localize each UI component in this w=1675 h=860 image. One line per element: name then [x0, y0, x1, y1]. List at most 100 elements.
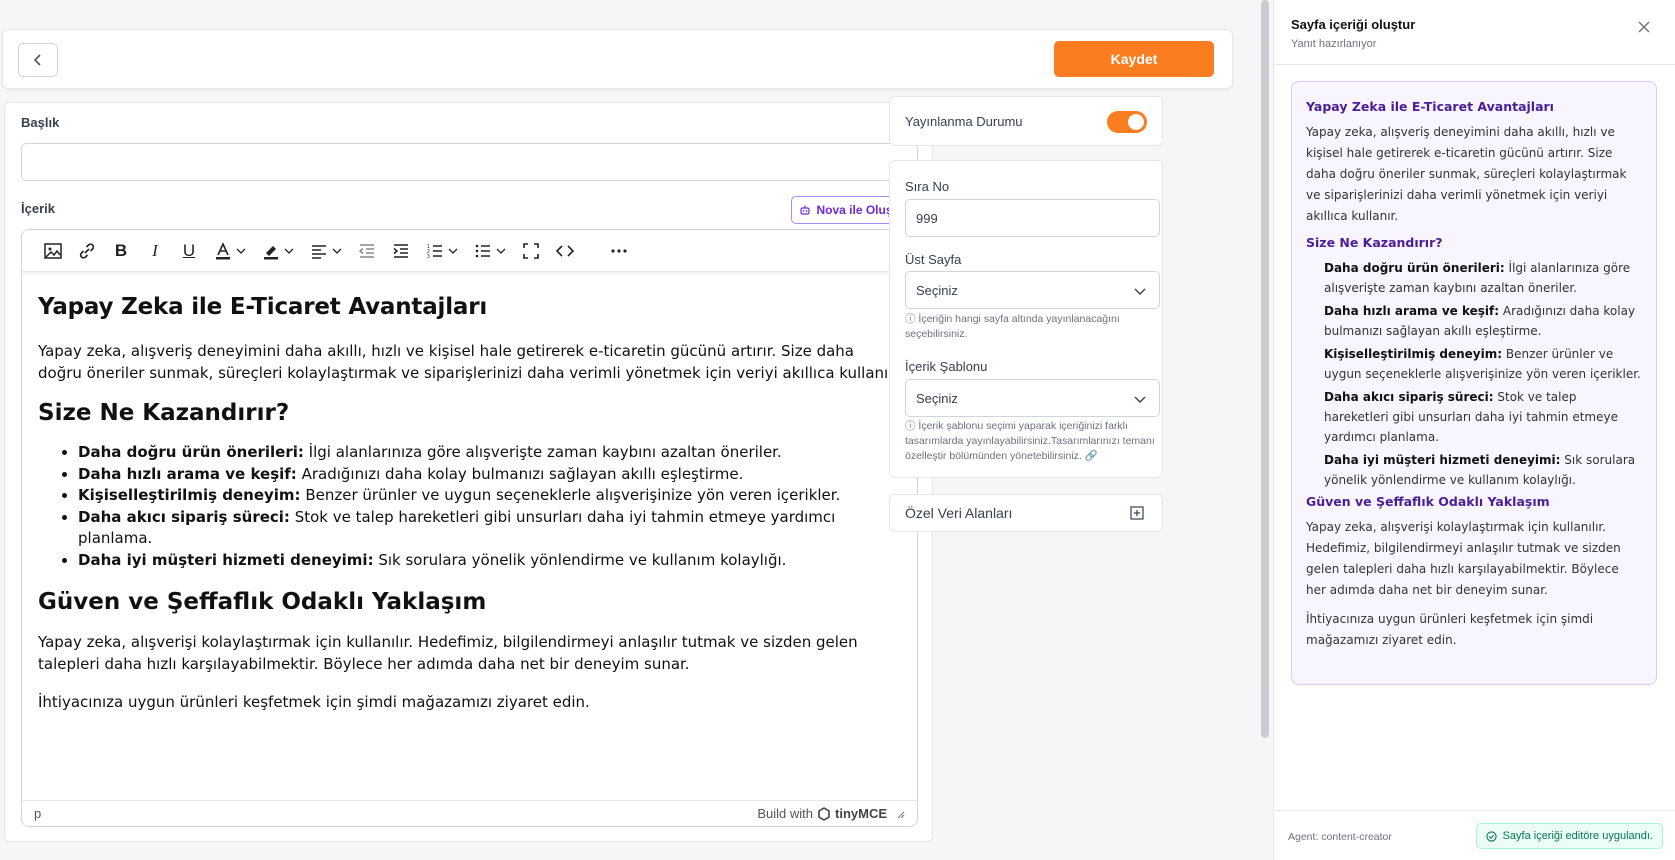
- title-input[interactable]: [21, 143, 918, 181]
- content-heading-1: Yapay Zeka ile E-Ticaret Avantajları: [38, 294, 488, 320]
- italic-button[interactable]: I: [138, 235, 172, 267]
- rich-text-editor[interactable]: B I U 123 Yapay Zeka ile E-Ticaret Avant…: [21, 229, 918, 827]
- custom-fields-label: Özel Veri Alanları: [905, 505, 1013, 521]
- top-bar: Kaydet: [2, 29, 1233, 89]
- page-settings-card: Sıra No 999 Üst Sayfa Seçiniz ⓘ İçeriğin…: [889, 160, 1163, 478]
- fullscreen-button[interactable]: [514, 235, 548, 267]
- panel-divider: [1274, 64, 1675, 65]
- resize-handle-icon[interactable]: [895, 809, 905, 819]
- highlight-dropdown[interactable]: [284, 246, 298, 256]
- image-button[interactable]: [36, 235, 70, 267]
- benefits-list: Daha doğru ürün önerileri: İlgi alanları…: [78, 442, 901, 571]
- editor-status-bar: p Build with tinyMCE: [22, 800, 917, 826]
- indent-button[interactable]: [384, 235, 418, 267]
- list-item: Daha hızlı arama ve keşif: Aradığınızı d…: [78, 464, 901, 486]
- content-paragraph-1: Yapay zeka, alışveriş deneyimini daha ak…: [38, 342, 898, 382]
- chevron-left-icon: [33, 54, 41, 66]
- chevron-down-icon: [236, 248, 246, 254]
- order-input[interactable]: 999: [905, 199, 1160, 237]
- fullscreen-icon: [523, 242, 539, 259]
- list-item: Daha akıcı sipariş süreci: Stok ve talep…: [1324, 390, 1618, 444]
- underline-icon: U: [182, 240, 196, 260]
- info-icon: ⓘ: [905, 420, 919, 432]
- back-button[interactable]: [18, 43, 58, 77]
- content-label: İçerik: [21, 201, 55, 216]
- text-color-button[interactable]: [206, 235, 240, 267]
- applied-status-badge: Sayfa içeriği editöre uygulandı.: [1475, 823, 1663, 849]
- link-icon: [79, 242, 95, 259]
- list-item: Daha doğru ürün önerileri: İlgi alanları…: [1324, 261, 1631, 295]
- title-label: Başlık: [21, 115, 60, 130]
- chevron-down-icon: [448, 248, 458, 254]
- content-form-card: Başlık İçerik Nova ile Oluştur B I U 123: [4, 102, 933, 842]
- list-item: Daha iyi müşteri hizmeti deneyimi: Sık s…: [1324, 453, 1636, 487]
- robot-icon: [800, 205, 811, 215]
- publish-toggle[interactable]: [1107, 111, 1147, 133]
- numbered-list-icon: 123: [427, 244, 442, 260]
- custom-fields-card[interactable]: Özel Veri Alanları: [889, 494, 1163, 532]
- chevron-down-icon: [284, 248, 294, 254]
- content-heading-2: Size Ne Kazandırır?: [38, 400, 290, 426]
- check-circle-icon: [1485, 830, 1497, 842]
- ai-response-card: Yapay Zeka ile E-Ticaret Avantajları Yap…: [1291, 81, 1657, 685]
- chevron-down-icon: [332, 248, 342, 254]
- template-hint: ⓘ İçerik şablonu seçimi yaparak içeriğin…: [905, 420, 1155, 462]
- bullet-list-button[interactable]: [466, 235, 500, 267]
- parent-page-select[interactable]: Seçiniz: [905, 271, 1160, 309]
- save-button[interactable]: Kaydet: [1054, 41, 1214, 77]
- bold-icon: B: [114, 240, 128, 260]
- tinymce-logo-icon: [818, 806, 830, 821]
- align-left-icon: [312, 244, 326, 259]
- highlight-button[interactable]: [254, 235, 288, 267]
- bullet-list-dropdown[interactable]: [496, 246, 510, 256]
- ai-assistant-panel: Sayfa içeriği oluştur Yanıt hazırlanıyor…: [1273, 0, 1675, 860]
- response-heading-1: Yapay Zeka ile E-Ticaret Avantajları: [1306, 99, 1554, 114]
- panel-subtitle: Yanıt hazırlanıyor: [1291, 38, 1377, 50]
- outdent-icon: [358, 243, 374, 258]
- underline-button[interactable]: U: [172, 235, 206, 267]
- align-button[interactable]: [302, 235, 336, 267]
- page-scrollbar[interactable]: [1261, 0, 1269, 738]
- order-label: Sıra No: [905, 179, 950, 194]
- link-button[interactable]: [70, 235, 104, 267]
- list-item: Daha doğru ürün önerileri: İlgi alanları…: [78, 442, 901, 464]
- external-link-icon[interactable]: 🔗: [1085, 450, 1098, 462]
- response-paragraph-3: İhtiyacınıza uygun ürünleri keşfetmek iç…: [1306, 612, 1594, 647]
- close-icon[interactable]: [1637, 20, 1651, 34]
- tinymce-branding[interactable]: Build with tinyMCE: [757, 806, 905, 821]
- chevron-down-icon: [1134, 396, 1146, 403]
- agent-label: Agent: content-creator: [1288, 831, 1392, 843]
- bullet-list-icon: [475, 244, 490, 257]
- editor-toolbar: B I U 123: [22, 230, 917, 272]
- content-paragraph-3: İhtiyacınıza uygun ürünleri keşfetmek iç…: [38, 693, 590, 711]
- panel-title: Sayfa içeriği oluştur: [1291, 17, 1416, 32]
- text-color-dropdown[interactable]: [236, 246, 250, 256]
- more-button[interactable]: [602, 235, 636, 267]
- info-icon: ⓘ: [905, 313, 919, 325]
- indent-icon: [393, 243, 408, 258]
- element-path[interactable]: p: [34, 806, 41, 821]
- response-heading-2: Size Ne Kazandırır?: [1306, 235, 1443, 250]
- content-heading-3: Güven ve Şeffaflık Odaklı Yaklaşım: [38, 589, 487, 615]
- italic-icon: I: [152, 240, 158, 260]
- parent-page-hint: ⓘ İçeriğin hangi sayfa altında yayınlana…: [905, 313, 1120, 340]
- chevron-down-icon: [496, 248, 506, 254]
- template-select[interactable]: Seçiniz: [905, 379, 1160, 417]
- outdent-button[interactable]: [350, 235, 384, 267]
- template-label: İçerik Şablonu: [905, 359, 988, 374]
- response-heading-3: Güven ve Şeffaflık Odaklı Yaklaşım: [1306, 494, 1550, 509]
- response-paragraph-2: Yapay zeka, alışverişi kolaylaştırmak iç…: [1306, 520, 1621, 597]
- content-paragraph-2: Yapay zeka, alışverişi kolaylaştırmak iç…: [38, 633, 858, 673]
- plus-square-icon[interactable]: [1130, 506, 1144, 520]
- list-item: Kişiselleştirilmiş deneyim: Benzer ürünl…: [78, 485, 901, 507]
- numbered-list-button[interactable]: 123: [418, 235, 452, 267]
- source-code-button[interactable]: [548, 235, 582, 267]
- image-icon: [44, 242, 62, 259]
- response-benefits-list: Daha doğru ürün önerileri: İlgi alanları…: [1324, 258, 1642, 490]
- svg-text:3: 3: [427, 254, 430, 260]
- code-icon: [555, 244, 575, 257]
- align-dropdown[interactable]: [332, 246, 346, 256]
- editor-content[interactable]: Yapay Zeka ile E-Ticaret Avantajları Yap…: [22, 272, 917, 800]
- numbered-list-dropdown[interactable]: [448, 246, 462, 256]
- bold-button[interactable]: B: [104, 235, 138, 267]
